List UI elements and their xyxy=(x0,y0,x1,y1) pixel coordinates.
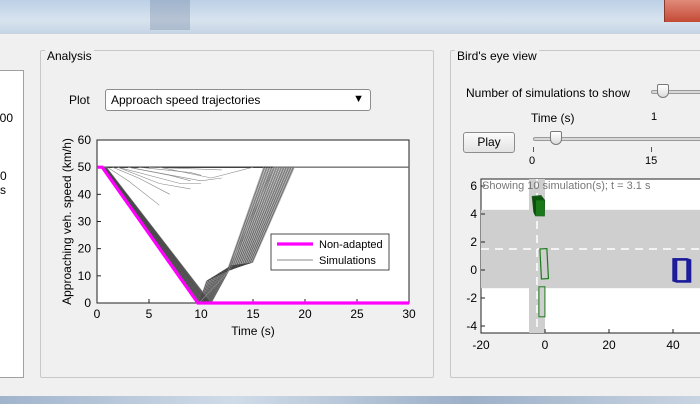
birds-y-tick-label: 2 xyxy=(470,235,477,249)
y-tick-label: 30 xyxy=(78,215,92,229)
y-tick-label: 40 xyxy=(78,187,92,201)
x-tick-label: 5 xyxy=(146,307,153,321)
birds-y-tick-label: -4 xyxy=(466,319,477,333)
background-window-strip xyxy=(0,0,700,34)
birds-x-tick-label: 20 xyxy=(602,338,616,352)
x-axis-label: Time (s) xyxy=(231,324,275,338)
legend-label-non-adapted: Non-adapted xyxy=(319,239,383,251)
y-tick-label: 50 xyxy=(78,160,92,174)
legend-label-simulations: Simulations xyxy=(319,255,376,267)
background-window-text xyxy=(0,0,700,34)
left-value-2: 0 s xyxy=(0,169,7,197)
birds-y-tick-label: 4 xyxy=(470,207,477,221)
x-tick-label: 25 xyxy=(350,307,364,321)
birds-eye-panel: Bird's eye view Number of simulations to… xyxy=(450,49,700,378)
y-axis-label: Approaching veh. speed (km/h) xyxy=(60,138,74,305)
speed-chart: 0 5 10 15 20 25 30 0 10 20 30 40 50 60 Time (s) Approac… xyxy=(60,133,416,338)
ego-vehicle xyxy=(535,199,546,217)
birds-x-tick-label: -20 xyxy=(472,338,490,352)
y-tick-label: 0 xyxy=(84,296,91,310)
x-tick-label: 15 xyxy=(246,307,260,321)
birds-eye-plot: Showing 10 simulation(s); t = 3.1 s-20 0 2… xyxy=(466,178,700,352)
left-partial-panel: 00 0 s xyxy=(0,70,24,378)
birds-view-title: Showing 10 simulation(s); t = 3.1 s xyxy=(482,180,651,192)
taskbar-strip xyxy=(0,396,700,404)
birds-y-tick-label: 0 xyxy=(470,263,477,277)
birds-y-tick-label: 6 xyxy=(470,179,477,193)
birds-x-tick-label: 0 xyxy=(542,338,549,352)
app-window: 00 0 s Analysis Plot Approach speed traj… xyxy=(0,34,700,396)
birds-x-tick-label: 40 xyxy=(666,338,680,352)
x-tick-label: 20 xyxy=(298,307,312,321)
y-tick-label: 20 xyxy=(78,242,92,256)
x-tick-label: 10 xyxy=(194,307,208,321)
x-tick-label: 30 xyxy=(402,307,416,321)
y-tick-label: 10 xyxy=(78,269,92,283)
close-button[interactable] xyxy=(664,0,700,22)
left-value-1: 00 xyxy=(0,111,13,125)
y-tick-label: 60 xyxy=(78,133,92,147)
x-tick-label: 0 xyxy=(94,307,101,321)
birds-y-tick-label: -2 xyxy=(466,291,477,305)
analysis-panel: Analysis Plot Approach speed trajectorie… xyxy=(40,49,434,378)
